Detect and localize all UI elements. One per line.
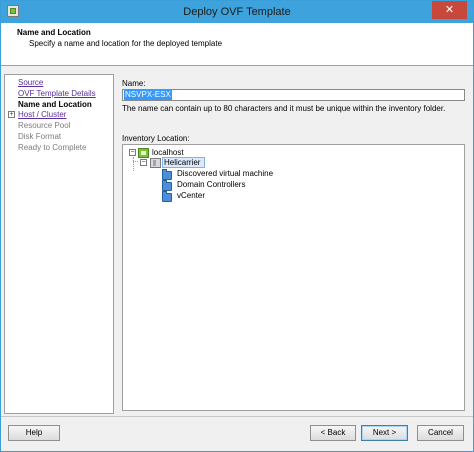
datacenter-icon [150, 158, 161, 168]
window-title: Deploy OVF Template [183, 6, 291, 18]
tree-node-domain-controllers[interactable]: Domain Controllers [177, 180, 245, 189]
close-button[interactable]: ✕ [432, 1, 467, 19]
tree-connector [133, 161, 138, 162]
header-title: Name and Location [17, 28, 91, 37]
tree-node-helicarrier[interactable]: Helicarrier [164, 158, 200, 167]
step-source[interactable]: Source [18, 78, 43, 87]
folder-icon [162, 169, 172, 180]
host-icon [138, 148, 149, 158]
name-hint: The name can contain up to 80 characters… [122, 104, 446, 113]
step-host-cluster[interactable]: Host / Cluster [18, 110, 66, 119]
next-button[interactable]: Next > [361, 425, 408, 441]
name-input-value: NSVPX-ESX [124, 90, 172, 100]
help-button[interactable]: Help [8, 425, 60, 441]
localhost-collapse-icon[interactable]: − [129, 149, 136, 156]
step-resource-pool: Resource Pool [18, 121, 71, 130]
back-button[interactable]: < Back [310, 425, 356, 441]
step-disk-format: Disk Format [18, 132, 62, 141]
name-label: Name: [122, 79, 146, 88]
title-bar[interactable]: Deploy OVF Template ✕ [1, 1, 473, 23]
footer-divider [1, 416, 473, 417]
tree-node-localhost[interactable]: localhost [152, 148, 184, 157]
folder-icon [162, 180, 172, 191]
inventory-location-label: Inventory Location: [122, 134, 190, 143]
header-subtitle: Specify a name and location for the depl… [29, 39, 223, 48]
step-ovf-template-details[interactable]: OVF Template Details [18, 89, 96, 98]
step-ready-to-complete: Ready to Complete [18, 143, 87, 152]
steps-sidebar: Source OVF Template Details Name and Loc… [4, 74, 114, 414]
inventory-tree[interactable]: − localhost − Helicarrier Discovered vir… [122, 144, 465, 411]
tree-node-discovered-virtual-machine[interactable]: Discovered virtual machine [177, 169, 273, 178]
cancel-button[interactable]: Cancel [417, 425, 464, 441]
helicarrier-collapse-icon[interactable]: − [140, 159, 147, 166]
step-expander-icon[interactable]: + [8, 111, 15, 118]
tree-connector [133, 157, 134, 171]
tree-node-vcenter[interactable]: vCenter [177, 191, 205, 200]
folder-icon [162, 191, 172, 202]
wizard-header: Name and Location Specify a name and loc… [1, 23, 473, 65]
header-divider [1, 65, 473, 66]
step-name-and-location: Name and Location [18, 100, 92, 109]
deploy-ovf-window: Deploy OVF Template ✕ Name and Location … [0, 0, 474, 452]
name-input[interactable]: NSVPX-ESX [122, 89, 465, 101]
